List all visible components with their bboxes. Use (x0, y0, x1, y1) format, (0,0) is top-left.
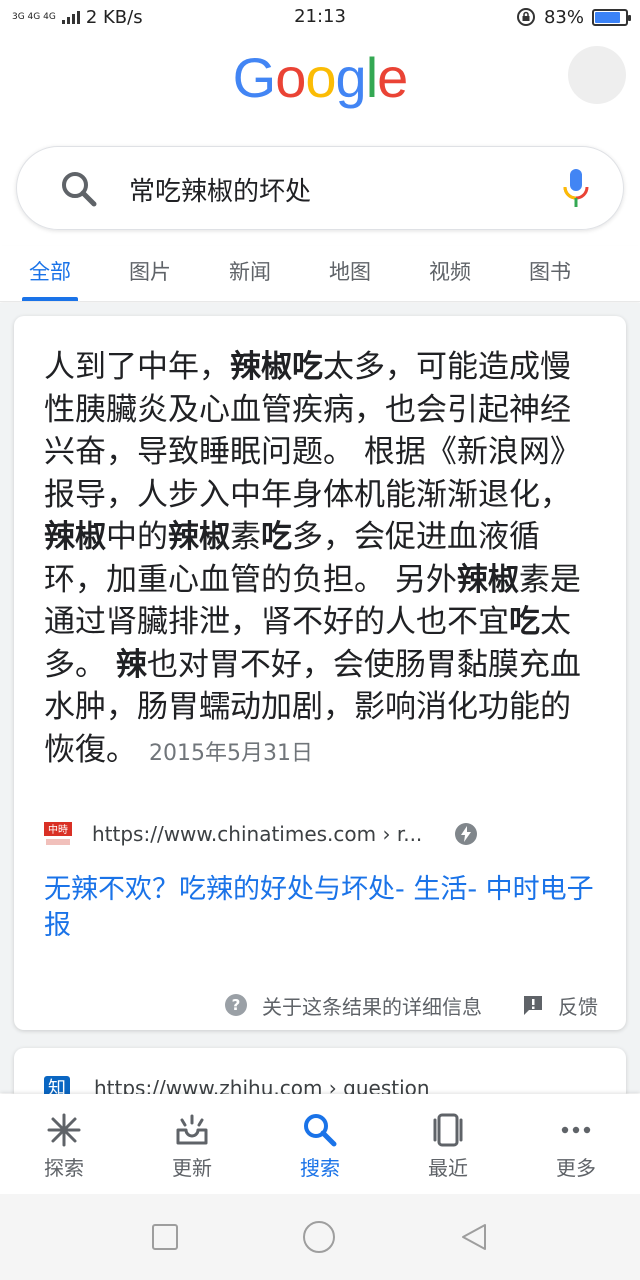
search-box[interactable]: 常吃辣椒的坏处 (16, 146, 624, 230)
recent-icon (433, 1113, 463, 1147)
status-bar: 3G 4G 4G 2 KB/s 21:13 83% (0, 0, 640, 34)
feedback-button[interactable]: 反馈 (522, 991, 598, 1020)
tab-news[interactable]: 新闻 (200, 246, 300, 301)
nav-explore[interactable]: 探索 (0, 1094, 128, 1194)
snippet-text: 人到了中年，辣椒吃太多，可能造成慢性胰臟炎及心血管疾病，也会引起神经兴奋，导致睡… (44, 346, 600, 775)
logo-letter: e (377, 46, 408, 109)
tab-all[interactable]: 全部 (0, 246, 100, 301)
bottom-navigation: 探索 更新 搜索 最近 更多 (0, 1094, 640, 1194)
nav-search[interactable]: 搜索 (256, 1094, 384, 1194)
snippet-segment: 素 (230, 519, 261, 555)
tab-maps[interactable]: 地图 (300, 246, 400, 301)
nav-explore-label: 探索 (44, 1156, 84, 1180)
result-source[interactable]: 中時 https://www.chinatimes.com › r... (44, 816, 604, 852)
clock: 21:13 (294, 6, 346, 27)
source-url[interactable]: https://www.chinatimes.com › r... (92, 822, 422, 846)
logo-letter: g (335, 46, 367, 109)
recents-square-icon[interactable] (151, 1223, 179, 1251)
search-input[interactable]: 常吃辣椒的坏处 (129, 171, 311, 208)
tab-images[interactable]: 图片 (100, 246, 200, 301)
snippet-highlight: 辣椒 (44, 519, 106, 555)
microphone-icon[interactable] (561, 167, 591, 211)
amp-icon (455, 823, 477, 845)
feedback-icon (524, 996, 542, 1015)
snippet-segment: 人到了中年， (44, 349, 230, 385)
about-result-label: 关于这条结果的详细信息 (262, 994, 482, 1019)
favicon-text: 中時 (48, 823, 68, 836)
search-icon (304, 1114, 337, 1147)
about-result-button[interactable]: ? 关于这条结果的详细信息 (224, 991, 482, 1020)
logo-letter: o (305, 46, 336, 109)
svg-text:?: ? (232, 996, 241, 1014)
snippet-segment: 中的 (106, 519, 168, 555)
tab-books[interactable]: 图书 (500, 246, 600, 301)
snippet-date: 2015年5月31日 (149, 740, 313, 766)
home-circle-icon[interactable] (302, 1220, 336, 1254)
logo-letter: G (232, 46, 277, 109)
logo-letter: l (365, 46, 378, 109)
explore-icon (47, 1113, 81, 1147)
tab-flights[interactable]: 航 (600, 246, 640, 301)
nav-more-label: 更多 (556, 1156, 596, 1180)
system-navigation-bar (0, 1194, 640, 1280)
nav-more[interactable]: 更多 (512, 1094, 640, 1194)
battery-icon (592, 8, 631, 26)
snippet-highlight: 吃 (509, 604, 540, 640)
nav-search-label: 搜索 (300, 1156, 340, 1180)
nav-recent-label: 最近 (428, 1156, 468, 1180)
snippet-body: 人到了中年，辣椒吃太多，可能造成慢性胰臟炎及心血管疾病，也会引起神经兴奋，导致睡… (44, 349, 581, 768)
avatar[interactable] (568, 46, 626, 104)
chinatimes-favicon: 中時 (44, 820, 72, 848)
search-tabs: 全部 图片 新闻 地图 视频 图书 航 (0, 246, 640, 302)
snippet-highlight: 辣 (115, 646, 147, 683)
card-footer: ? 关于这条结果的详细信息 反馈 (14, 982, 626, 1028)
chinatimes-logo-icon: 中時 (44, 822, 72, 845)
snippet-highlight: 吃 (261, 519, 292, 555)
tab-videos[interactable]: 视频 (400, 246, 500, 301)
more-icon (561, 1126, 591, 1134)
nav-recent[interactable]: 最近 (384, 1094, 512, 1194)
search-icon[interactable] (59, 169, 99, 209)
feedback-label: 反馈 (558, 994, 598, 1019)
google-logo: Google (0, 46, 640, 110)
snippet-highlight: 辣椒 (456, 561, 519, 598)
battery-fill (595, 11, 620, 23)
updates-icon (176, 1114, 208, 1145)
snippet-highlight: 辣椒 (168, 519, 230, 555)
help-icon: ? (225, 994, 247, 1016)
featured-snippet-card: 人到了中年，辣椒吃太多，可能造成慢性胰臟炎及心血管疾病，也会引起神经兴奋，导致睡… (14, 316, 626, 1030)
result-title-link[interactable]: 无辣不欢？吃辣的好处与坏处- 生活- 中时电子报 (44, 872, 600, 944)
logo-letter: o (275, 46, 306, 109)
nav-updates-label: 更新 (172, 1156, 212, 1180)
back-triangle-icon[interactable] (459, 1222, 489, 1252)
nav-updates[interactable]: 更新 (128, 1094, 256, 1194)
snippet-highlight: 辣椒吃 (230, 349, 323, 385)
